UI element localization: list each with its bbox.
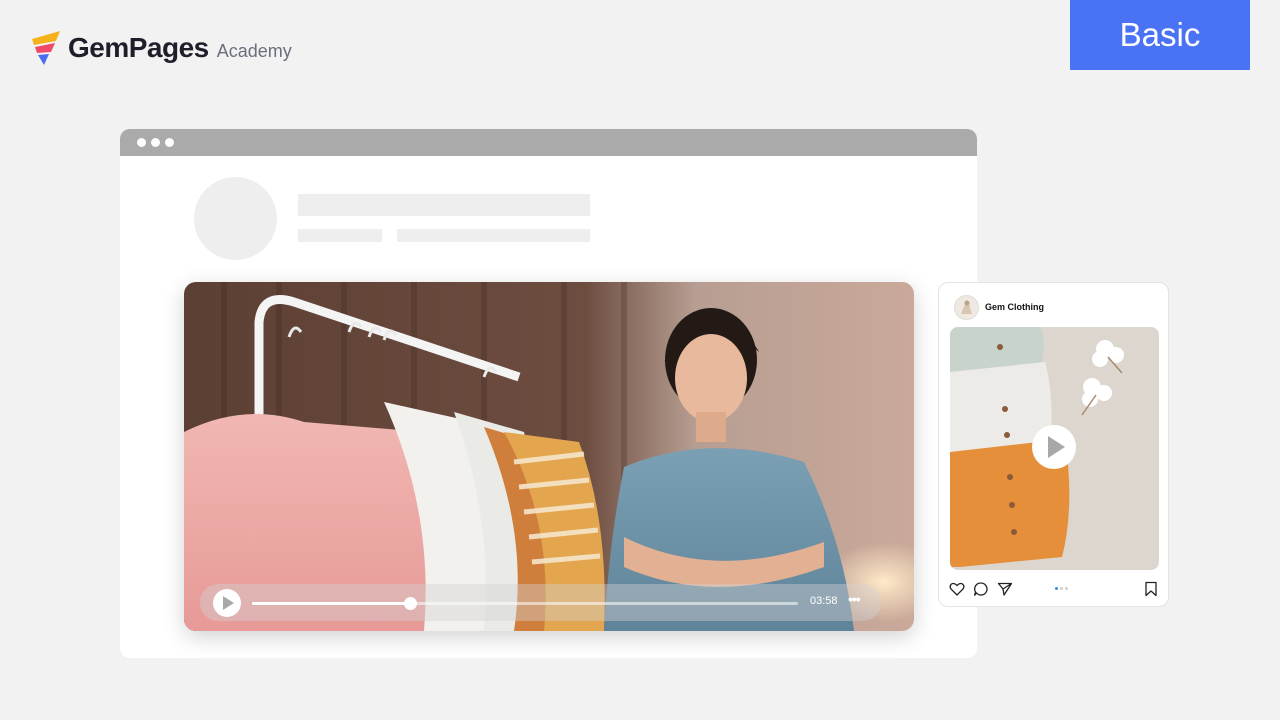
post-actions <box>949 581 1160 597</box>
level-badge: Basic <box>1070 0 1250 70</box>
post-video[interactable] <box>950 327 1159 570</box>
post-play-button[interactable] <box>1032 425 1076 469</box>
skeleton-avatar <box>194 177 277 260</box>
seek-handle[interactable] <box>404 597 418 610</box>
carousel-dot[interactable] <box>1065 587 1068 590</box>
carousel-dot[interactable] <box>1055 587 1058 590</box>
carousel-dot[interactable] <box>1060 587 1063 590</box>
play-button[interactable] <box>213 589 241 617</box>
avatar-image <box>955 296 978 319</box>
more-horizontal-icon[interactable]: ••• <box>848 591 861 607</box>
play-icon <box>1047 436 1065 458</box>
brand-name: GemPages <box>68 32 209 63</box>
seek-bar[interactable] <box>252 597 798 610</box>
window-dot <box>151 138 160 147</box>
window-dot <box>165 138 174 147</box>
window-dot <box>137 138 146 147</box>
video-thumbnail <box>184 282 914 631</box>
carousel-indicator <box>1055 587 1070 605</box>
share-icon[interactable] <box>997 581 1013 597</box>
gempages-logo-icon <box>32 31 60 65</box>
skeleton-title <box>298 194 590 216</box>
seek-progress <box>252 602 411 605</box>
current-time: 03:58 <box>810 595 838 607</box>
bookmark-icon[interactable] <box>1143 581 1159 597</box>
video-player[interactable]: 03:58 ••• <box>184 282 914 631</box>
brand-logo: GemPages Academy <box>30 28 292 68</box>
video-controls: 03:58 ••• <box>200 584 881 621</box>
heart-icon[interactable] <box>949 581 965 597</box>
play-icon <box>223 596 234 610</box>
skeleton-meta <box>397 229 590 242</box>
browser-title-bar <box>120 129 977 156</box>
comment-icon[interactable] <box>973 581 989 597</box>
skeleton-meta <box>298 229 382 242</box>
brand-subtitle: Academy <box>216 40 292 61</box>
account-avatar[interactable] <box>954 295 979 320</box>
account-name[interactable]: Gem Clothing <box>985 302 1044 312</box>
social-post-card: Gem Clothing <box>938 282 1169 607</box>
